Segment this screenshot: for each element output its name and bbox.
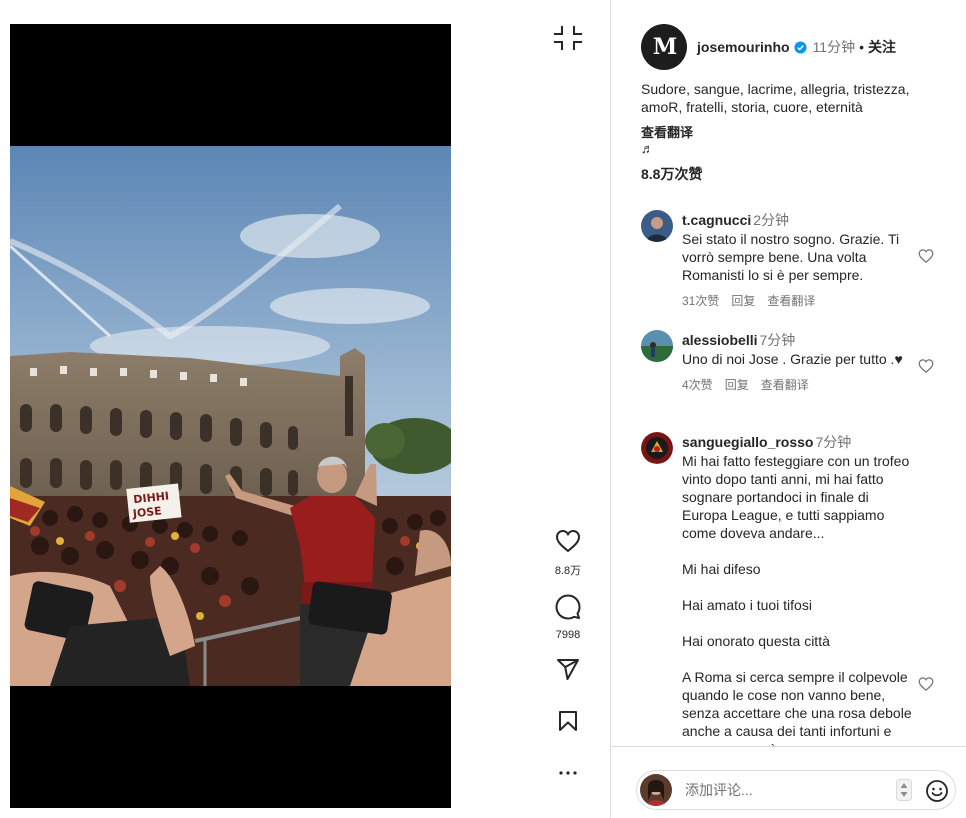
current-user-avatar [640, 774, 672, 806]
scroll-stepper-icon[interactable] [896, 779, 912, 801]
comment-composer [636, 770, 956, 810]
comment-time: 7分钟 [759, 332, 796, 348]
share-button[interactable] [548, 657, 588, 686]
music-note-icon: ♬ [641, 141, 654, 156]
see-translation-link[interactable]: 查看翻译 [641, 122, 693, 141]
comment-button[interactable]: 7998 [548, 594, 588, 641]
post-time[interactable]: 11分钟 [813, 37, 856, 57]
collapse-icon[interactable] [552, 22, 584, 54]
emoji-icon[interactable] [925, 779, 949, 803]
like-button[interactable]: 8.8万 [548, 529, 588, 578]
see-translation-link[interactable]: 查看翻译 [761, 376, 809, 393]
see-translation-link[interactable]: 查看翻译 [767, 292, 815, 309]
comment-heart-icon[interactable] [918, 676, 934, 692]
more-options-button[interactable] [548, 762, 588, 791]
comments-count: 7998 [555, 629, 581, 641]
share-icon [557, 659, 579, 680]
comment-username[interactable]: sanguegiallo_rosso [682, 434, 813, 450]
comment-time: 2分钟 [753, 212, 790, 228]
comment-username[interactable]: alessiobelli [682, 332, 757, 348]
comment-likes[interactable]: 4次赞 [682, 376, 713, 393]
comment-avatar[interactable] [641, 432, 673, 464]
save-button[interactable] [548, 709, 588, 738]
post-likes[interactable]: 8.8万次赞 [641, 164, 702, 184]
post-header: M josemourinho 11分钟 • 关注 [641, 24, 896, 70]
comment-input[interactable] [685, 782, 885, 798]
follow-button[interactable]: 关注 [868, 37, 896, 57]
author-username[interactable]: josemourinho [697, 39, 790, 55]
post-details-panel: M josemourinho 11分钟 • 关注 Sudore, sangue,… [610, 0, 966, 818]
comment-icon [555, 594, 581, 620]
comment-heart-icon[interactable] [918, 358, 934, 374]
verified-badge-icon [794, 40, 807, 54]
comment-text: Uno di noi Jose . Grazie per tutto .♥ [682, 351, 903, 367]
reply-button[interactable]: 回复 [725, 376, 749, 393]
post-photo: DIHHI JOSE [10, 146, 451, 686]
avatar-initials: M [652, 34, 677, 60]
separator-dot: • [859, 39, 865, 55]
divider [611, 746, 966, 747]
bookmark-icon [559, 711, 577, 731]
comment-text: Mi hai fatto festeggiare con un trofeo v… [682, 453, 912, 746]
reply-button[interactable]: 回复 [731, 292, 755, 309]
likes-count: 8.8万 [554, 565, 582, 577]
comment-avatar[interactable] [641, 210, 673, 242]
comment-text: Sei stato il nostro sogno. Grazie. Ti vo… [682, 231, 903, 283]
comment-time: 7分钟 [815, 434, 852, 450]
author-avatar[interactable]: M [641, 24, 687, 70]
colosseum-crowd-image: DIHHI JOSE [10, 146, 451, 686]
comments-list[interactable]: t.cagnucci 2分钟 Sei stato il nostro sogno.… [611, 194, 966, 746]
comment-avatar[interactable] [641, 330, 673, 362]
more-icon [559, 771, 577, 775]
post-caption: Sudore, sangue, lacrime, allegria, trist… [641, 81, 910, 115]
comment-heart-icon[interactable] [918, 248, 934, 264]
comment-username[interactable]: t.cagnucci [682, 212, 751, 228]
post-media[interactable]: DIHHI JOSE [10, 24, 451, 808]
heart-icon [555, 529, 581, 553]
comment-likes[interactable]: 31次赞 [682, 292, 719, 309]
